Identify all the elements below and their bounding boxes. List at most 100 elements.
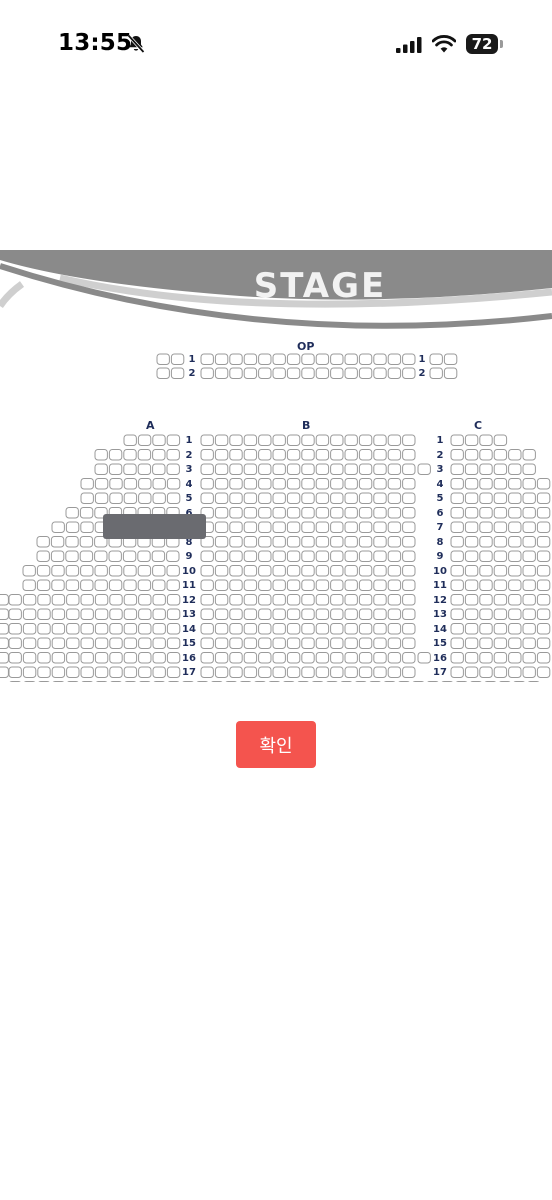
section-c-seat[interactable]	[493, 550, 508, 562]
section-b-seat[interactable]	[344, 594, 358, 606]
section-c-seat[interactable]	[479, 492, 493, 504]
section-b-seat[interactable]	[286, 550, 301, 562]
section-b-seat[interactable]	[200, 550, 214, 562]
section-b-seat[interactable]	[315, 652, 330, 664]
section-c-seat[interactable]	[464, 579, 479, 591]
partial-seat[interactable]	[38, 681, 50, 683]
partial-seat[interactable]	[383, 681, 396, 683]
section-a-seat[interactable]	[138, 666, 152, 678]
section-a-seat[interactable]	[8, 594, 22, 606]
section-a-seat[interactable]	[109, 594, 123, 606]
partial-seat[interactable]	[268, 681, 281, 683]
section-c-seat[interactable]	[508, 449, 522, 461]
partial-seat[interactable]	[427, 681, 439, 683]
section-b-seat[interactable]	[344, 637, 358, 649]
section-a-seat[interactable]	[79, 550, 94, 562]
section-a-seat[interactable]	[152, 666, 166, 678]
section-a-seat[interactable]	[94, 579, 108, 591]
section-a-seat[interactable]	[8, 637, 22, 649]
section-b-seat[interactable]	[373, 594, 387, 606]
section-c-seat[interactable]	[464, 565, 479, 577]
section-c-seat[interactable]	[493, 492, 508, 504]
section-a-seat[interactable]	[36, 550, 50, 562]
section-b-seat[interactable]	[358, 507, 373, 519]
section-b-seat[interactable]	[258, 463, 272, 475]
section-a-seat[interactable]	[109, 478, 123, 490]
op-seat[interactable]	[330, 367, 344, 379]
partial-seat[interactable]	[167, 681, 180, 683]
section-c-seat[interactable]	[508, 550, 522, 562]
section-a-seat[interactable]	[66, 608, 80, 620]
section-c-seat[interactable]	[536, 579, 551, 591]
section-b-seat[interactable]	[243, 463, 258, 475]
section-c-seat[interactable]	[493, 608, 508, 620]
section-c-seat[interactable]	[493, 434, 508, 446]
op-seat[interactable]	[170, 367, 185, 379]
section-b-seat[interactable]	[373, 579, 387, 591]
section-a-seat[interactable]	[166, 623, 181, 635]
section-a-seat[interactable]	[137, 565, 152, 577]
section-a-seat[interactable]	[80, 565, 94, 577]
section-a-seat[interactable]	[80, 521, 94, 533]
section-b-seat[interactable]	[272, 550, 286, 562]
section-c-seat[interactable]	[536, 594, 551, 606]
section-b-seat[interactable]	[243, 637, 258, 649]
section-b-seat[interactable]	[358, 536, 373, 548]
section-b-seat[interactable]	[315, 565, 330, 577]
section-c-seat[interactable]	[493, 521, 508, 533]
section-c-seat[interactable]	[536, 478, 551, 490]
section-a-seat[interactable]	[0, 652, 9, 664]
section-c-seat[interactable]	[479, 434, 493, 446]
section-c-seat[interactable]	[522, 652, 536, 664]
section-c-seat[interactable]	[479, 449, 493, 461]
partial-seat[interactable]	[441, 681, 453, 683]
section-a-seat[interactable]	[51, 623, 66, 635]
section-b-seat[interactable]	[387, 463, 402, 475]
section-a-seat[interactable]	[37, 623, 51, 635]
section-b-seat[interactable]	[358, 478, 373, 490]
section-a-seat[interactable]	[94, 594, 109, 606]
section-b-seat[interactable]	[315, 608, 330, 620]
section-b-seat[interactable]	[286, 594, 301, 606]
section-b-seat[interactable]	[200, 652, 214, 664]
section-b-seat[interactable]	[387, 521, 402, 533]
section-c-seat[interactable]	[508, 594, 522, 606]
section-a-seat[interactable]	[108, 463, 123, 475]
section-a-seat[interactable]	[108, 449, 123, 461]
partial-seat[interactable]	[499, 681, 511, 683]
section-b-seat[interactable]	[243, 478, 258, 490]
section-b-seat[interactable]	[417, 652, 431, 664]
section-a-seat[interactable]	[94, 666, 109, 678]
section-b-seat[interactable]	[286, 608, 301, 620]
section-a-seat[interactable]	[166, 652, 181, 664]
section-b-seat[interactable]	[344, 565, 358, 577]
section-b-seat[interactable]	[286, 666, 301, 678]
section-b-seat[interactable]	[301, 623, 315, 635]
section-a-seat[interactable]	[79, 536, 94, 548]
section-b-seat[interactable]	[286, 623, 301, 635]
section-c-seat[interactable]	[508, 608, 522, 620]
op-seat[interactable]	[229, 353, 243, 365]
section-a-seat[interactable]	[37, 594, 51, 606]
section-b-seat[interactable]	[229, 565, 243, 577]
section-a-seat[interactable]	[66, 652, 80, 664]
section-b-seat[interactable]	[258, 565, 272, 577]
section-c-seat[interactable]	[464, 608, 479, 620]
section-b-seat[interactable]	[344, 463, 358, 475]
section-b-seat[interactable]	[387, 623, 402, 635]
section-a-seat[interactable]	[166, 565, 180, 577]
section-b-seat[interactable]	[243, 434, 258, 446]
section-b-seat[interactable]	[243, 550, 258, 562]
section-c-seat[interactable]	[508, 492, 522, 504]
op-seat[interactable]	[243, 353, 258, 365]
section-b-seat[interactable]	[200, 463, 214, 475]
section-a-seat[interactable]	[123, 463, 137, 475]
section-a-seat[interactable]	[152, 478, 166, 490]
section-a-seat[interactable]	[94, 449, 108, 461]
section-b-seat[interactable]	[272, 478, 286, 490]
section-b-seat[interactable]	[330, 536, 344, 548]
section-a-seat[interactable]	[166, 463, 180, 475]
section-a-seat[interactable]	[108, 565, 123, 577]
op-seat[interactable]	[170, 353, 185, 365]
section-b-seat[interactable]	[402, 666, 416, 678]
